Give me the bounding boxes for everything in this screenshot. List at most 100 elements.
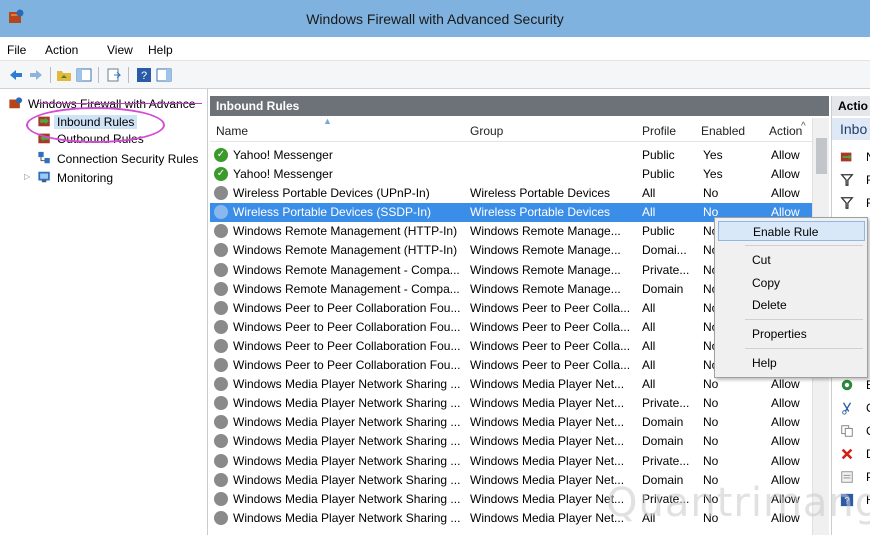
rule-name: Windows Media Player Network Sharing ... (233, 415, 461, 430)
context-menu: Enable Rule Cut Copy Delete Properties H… (714, 217, 868, 378)
monitoring-icon (38, 171, 50, 183)
menu-separator (745, 348, 863, 349)
rule-group: Windows Media Player Net... (470, 434, 625, 449)
navigation-tree: Windows Firewall with Advance Inbound Ru… (0, 89, 208, 535)
rule-action: Allow (771, 434, 800, 449)
column-header-row: Name Group Profile Enabled Action ▲ ^ (210, 116, 829, 142)
action-label: D (866, 447, 870, 461)
rule-profile: Domain (642, 434, 684, 449)
tree-item-label: Connection Security Rules (57, 152, 199, 166)
menu-item-copy[interactable]: Copy (718, 273, 865, 293)
menu-file[interactable]: File (7, 43, 26, 57)
tree-item-label: Monitoring (57, 171, 114, 185)
annotation-strike-line (38, 103, 202, 104)
rule-name: Windows Media Player Network Sharing ... (233, 491, 461, 506)
action-filter-profile[interactable]: F (838, 173, 870, 189)
rule-profile: All (642, 338, 656, 353)
up-folder-icon[interactable] (56, 67, 72, 83)
action-delete[interactable]: D (838, 447, 870, 463)
column-header-action[interactable]: Action (769, 124, 802, 138)
rule-row[interactable]: Windows Media Player Network Sharing ...… (210, 452, 812, 471)
actions-pane-subheader[interactable]: Inbo (832, 118, 870, 140)
rule-row[interactable]: Windows Media Player Network Sharing ...… (210, 413, 812, 432)
toolbar-separator (128, 67, 129, 83)
menu-bar: File Action View Help (0, 37, 870, 61)
rule-action: Allow (771, 148, 800, 162)
rule-profile: Domain (642, 281, 684, 296)
toolbar-separator (50, 67, 51, 83)
action-filter-state[interactable]: F (838, 196, 870, 212)
rule-enabled: No (703, 396, 719, 411)
rule-name: Windows Remote Management - Compa... (233, 281, 460, 296)
rule-row[interactable]: Wireless Portable Devices (UPnP-In) Wirel… (210, 184, 812, 203)
action-copy[interactable]: C (838, 424, 870, 440)
show-action-pane-icon[interactable] (156, 67, 172, 83)
rule-group: Windows Remote Manage... (470, 224, 621, 239)
export-list-icon[interactable] (106, 67, 122, 83)
rule-disabled-icon (214, 358, 228, 373)
rule-disabled-icon (214, 338, 228, 353)
rule-name: Windows Peer to Peer Collaboration Fou..… (233, 300, 461, 315)
rule-disabled-icon (214, 491, 228, 506)
help-icon[interactable]: ? (136, 67, 152, 83)
back-arrow-icon[interactable] (8, 67, 24, 83)
menu-item-cut[interactable]: Cut (718, 250, 865, 270)
rule-name: Windows Media Player Network Sharing ... (233, 396, 461, 411)
menu-help[interactable]: Help (148, 43, 173, 57)
rule-profile: Domai... (642, 243, 687, 258)
rule-name: Windows Remote Management (HTTP-In) (233, 224, 458, 239)
tree-item-connection-security-rules[interactable]: Connection Security Rules (37, 150, 207, 168)
firewall-root-icon (9, 97, 23, 109)
toolbar-separator (98, 67, 99, 83)
rule-disabled-icon (214, 396, 228, 411)
menu-item-enable-rule[interactable]: Enable Rule (718, 221, 865, 241)
action-label: F (866, 173, 870, 187)
new-rule-icon (840, 152, 852, 162)
rule-row[interactable]: Windows Media Player Network Sharing ...… (210, 432, 812, 451)
action-cut[interactable]: C (838, 401, 870, 417)
rule-profile: Domain (642, 415, 684, 430)
rule-row[interactable]: ✓ Yahoo! Messenger Public Yes Allow (210, 146, 812, 165)
rule-group: Windows Peer to Peer Colla... (470, 358, 631, 373)
rule-group: Wireless Portable Devices (470, 186, 611, 201)
rule-name: Windows Media Player Network Sharing ... (233, 453, 461, 468)
menu-item-properties[interactable]: Properties (718, 324, 865, 344)
cut-icon (842, 402, 852, 415)
tree-item-monitoring[interactable]: ▷ Monitoring (24, 169, 144, 187)
copy-icon (841, 425, 853, 437)
rule-group: Windows Media Player Net... (470, 415, 625, 430)
column-header-group[interactable]: Group (470, 124, 503, 138)
rule-action: Allow (771, 453, 800, 468)
rule-group: Windows Peer to Peer Colla... (470, 319, 631, 334)
rule-action: Allow (771, 167, 800, 182)
column-header-profile[interactable]: Profile (642, 124, 676, 138)
rule-name: Wireless Portable Devices (SSDP-In) (233, 205, 432, 220)
action-new-rule[interactable]: N (838, 150, 870, 166)
menu-item-delete[interactable]: Delete (718, 295, 865, 315)
menu-item-help[interactable]: Help (718, 353, 865, 373)
rule-profile: Private... (642, 453, 690, 468)
rule-name: Windows Media Player Network Sharing ... (233, 472, 461, 487)
filter-icon (840, 197, 854, 209)
rule-enabled: No (703, 434, 719, 449)
expand-arrow-icon[interactable]: ▷ (24, 172, 30, 181)
action-label: E (866, 378, 870, 392)
rule-name: Windows Media Player Network Sharing ... (233, 510, 461, 525)
scrollbar-thumb[interactable] (816, 138, 827, 174)
action-label: F (866, 196, 870, 210)
watermark-text: Quantrimang (606, 480, 870, 526)
rule-row[interactable]: Windows Media Player Network Sharing ...… (210, 394, 812, 413)
menu-view[interactable]: View (107, 43, 133, 57)
show-hide-tree-icon[interactable] (76, 67, 92, 83)
actions-pane-title: Actio (832, 96, 870, 116)
rule-profile: Private... (642, 262, 690, 277)
rule-action: Allow (771, 415, 800, 430)
column-header-enabled[interactable]: Enabled (701, 124, 745, 138)
column-header-name[interactable]: Name (216, 124, 248, 138)
menu-action[interactable]: Action (45, 43, 78, 57)
action-enable-rule[interactable]: E (838, 378, 870, 394)
rule-profile: Private... (642, 396, 690, 411)
rule-group: Windows Remote Manage... (470, 281, 621, 296)
rule-row[interactable]: ✓ Yahoo! Messenger Public Yes Allow (210, 165, 812, 184)
forward-arrow-icon[interactable] (28, 67, 44, 83)
